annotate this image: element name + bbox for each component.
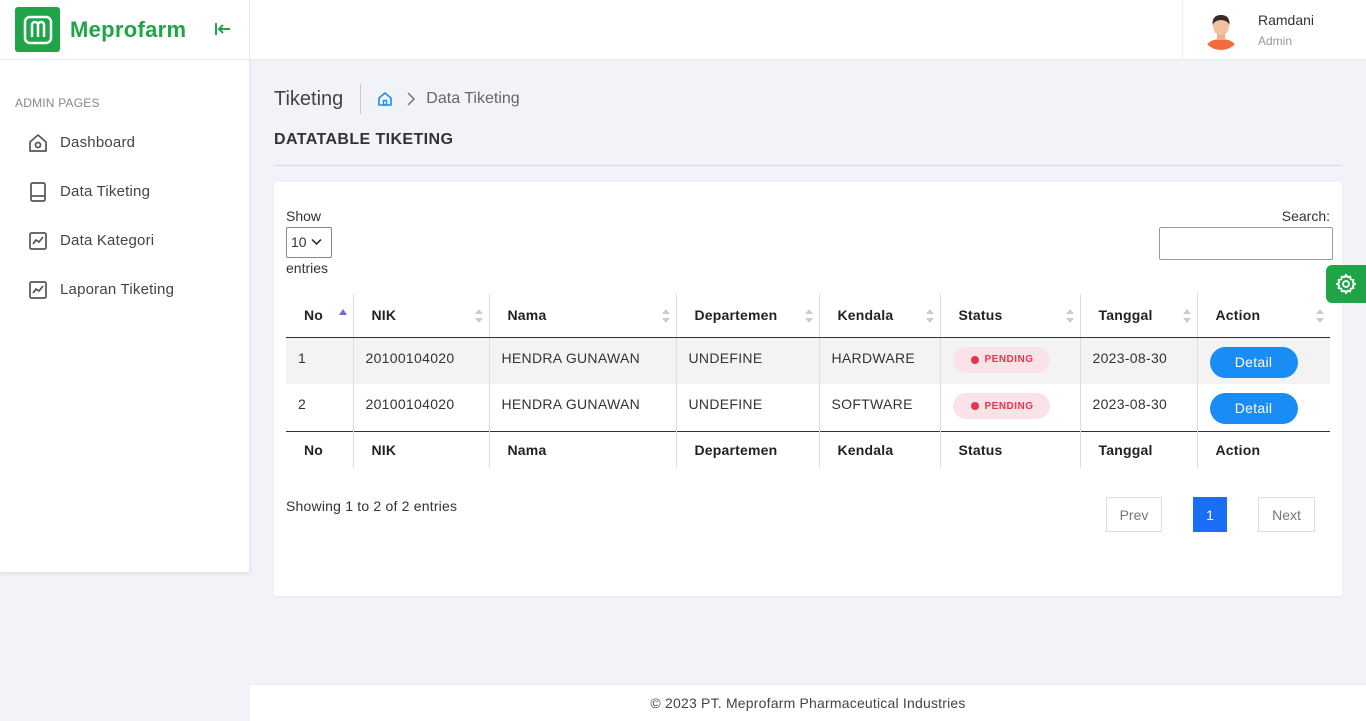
pagination-prev-button[interactable]: Prev	[1106, 497, 1162, 532]
sidebar-item-data-kategori[interactable]: Data Kategori	[0, 216, 249, 265]
status-badge: PENDING	[952, 346, 1050, 373]
footer-column-kendala: Kendala	[819, 430, 941, 468]
status-badge: PENDING	[952, 393, 1050, 419]
datatable-card: Show 10 entries Search: No NIK Nama Depa…	[274, 182, 1342, 596]
collapse-sidebar-icon[interactable]	[213, 19, 233, 39]
sort-icon	[1065, 309, 1074, 323]
column-header-status[interactable]: Status	[940, 294, 1081, 338]
page-footer: © 2023 PT. Meprofarm Pharmaceutical Indu…	[250, 684, 1366, 721]
sort-icon	[925, 309, 934, 323]
pagination-next-button[interactable]: Next	[1258, 497, 1315, 532]
cell-status: PENDING	[940, 337, 1081, 384]
footer-column-action: Action	[1197, 430, 1330, 468]
menu-caption: ADMIN PAGES	[15, 96, 100, 110]
sort-icon	[1316, 309, 1324, 323]
footer-column-status: Status	[940, 430, 1081, 468]
user-name: Ramdani	[1258, 12, 1315, 28]
column-header-nama[interactable]: Nama	[489, 294, 677, 338]
search-input[interactable]	[1159, 227, 1333, 260]
table-row: 2 20100104020 HENDRA GUNAWAN UNDEFINE SO…	[286, 384, 1330, 431]
chart-line-icon	[27, 279, 49, 301]
cell-no: 1	[286, 337, 354, 384]
book-icon	[27, 181, 49, 203]
footer-column-nama: Nama	[489, 430, 677, 468]
page-head: Tiketing Data Tiketing	[274, 83, 520, 115]
sidebar: Meprofarm ADMIN PAGES Dashboard Data Tik…	[0, 0, 250, 572]
cell-nama: HENDRA GUNAWAN	[489, 337, 677, 384]
brand-name[interactable]: Meprofarm	[70, 17, 186, 43]
sidebar-item-dashboard[interactable]: Dashboard	[0, 118, 249, 167]
cell-departemen: UNDEFINE	[676, 384, 820, 431]
avatar	[1201, 10, 1241, 50]
status-dot-icon	[970, 355, 979, 364]
footer-column-nik: NIK	[353, 430, 490, 468]
sort-icon	[661, 309, 670, 323]
status-dot-icon	[970, 402, 979, 410]
cell-nik: 20100104020	[353, 384, 490, 431]
detail-button[interactable]: Detail	[1209, 346, 1298, 378]
cell-action: Detail	[1197, 337, 1330, 384]
footer-column-no: No	[286, 430, 354, 468]
page-size-value: 10	[291, 234, 307, 250]
footer-column-departemen: Departemen	[676, 430, 820, 468]
section-title: DATATABLE TIKETING	[274, 131, 454, 148]
column-header-kendala[interactable]: Kendala	[819, 294, 941, 338]
cell-nama: HENDRA GUNAWAN	[489, 384, 677, 431]
user-menu[interactable]: Ramdani Admin	[1182, 0, 1366, 60]
table-footer-row: No NIK Nama Departemen Kendala Status Ta…	[286, 430, 1330, 468]
breadcrumb-home-icon[interactable]	[376, 90, 394, 108]
footer-column-tanggal: Tanggal	[1080, 430, 1198, 468]
breadcrumb-chevron-right-icon	[403, 91, 419, 107]
cell-status: PENDING	[940, 384, 1081, 431]
detail-button[interactable]: Detail	[1209, 393, 1298, 424]
cell-tanggal: 2023-08-30	[1080, 384, 1198, 431]
gear-icon	[1335, 273, 1357, 295]
cell-tanggal: 2023-08-30	[1080, 337, 1198, 384]
sidebar-item-laporan-tiketing[interactable]: Laporan Tiketing	[0, 265, 249, 314]
sidebar-item-label: Data Kategori	[60, 232, 155, 249]
chart-line-icon	[27, 230, 49, 252]
column-header-departemen[interactable]: Departemen	[676, 294, 820, 338]
cell-kendala: SOFTWARE	[819, 384, 941, 431]
brand: Meprofarm	[0, 0, 249, 60]
sidebar-menu: Dashboard Data Tiketing Data Kategori La…	[0, 118, 249, 314]
entries-label: entries	[286, 260, 329, 276]
section-divider	[274, 165, 1342, 166]
cell-nik: 20100104020	[353, 337, 490, 384]
table-info: Showing 1 to 2 of 2 entries	[286, 498, 458, 514]
tiketing-table: No NIK Nama Departemen Kendala Status Ta…	[286, 294, 1330, 468]
cell-departemen: UNDEFINE	[676, 337, 820, 384]
cell-no: 2	[286, 384, 354, 431]
column-header-no[interactable]: No	[286, 294, 354, 338]
chevron-down-icon	[311, 238, 322, 246]
table-row: 1 20100104020 HENDRA GUNAWAN UNDEFINE HA…	[286, 337, 1330, 384]
column-header-action[interactable]: Action	[1197, 294, 1330, 338]
sidebar-item-label: Dashboard	[60, 134, 136, 151]
page-size-select[interactable]: 10	[286, 227, 332, 258]
column-header-tanggal[interactable]: Tanggal	[1080, 294, 1198, 338]
sort-asc-icon	[338, 309, 347, 315]
title-divider	[360, 84, 362, 114]
home-icon	[27, 132, 49, 154]
cell-action: Detail	[1197, 384, 1330, 431]
table-header-row: No NIK Nama Departemen Kendala Status Ta…	[286, 294, 1330, 338]
top-header: Ramdani Admin	[250, 0, 1366, 60]
search-label: Search:	[1281, 208, 1330, 224]
brand-logo-icon[interactable]	[15, 7, 60, 52]
show-label: Show	[286, 208, 322, 224]
page-title: Tiketing	[274, 87, 344, 110]
pagination-page-button[interactable]: 1	[1193, 497, 1227, 532]
sort-icon	[474, 309, 483, 323]
footer-copyright: © 2023 PT. Meprofarm Pharmaceutical Indu…	[650, 695, 966, 711]
sort-icon	[1182, 309, 1191, 323]
settings-button[interactable]	[1326, 265, 1366, 303]
sidebar-item-data-tiketing[interactable]: Data Tiketing	[0, 167, 249, 216]
column-header-nik[interactable]: NIK	[353, 294, 490, 338]
user-role: Admin	[1258, 34, 1293, 48]
cell-kendala: HARDWARE	[819, 337, 941, 384]
sidebar-item-label: Laporan Tiketing	[60, 281, 175, 298]
breadcrumb-current: Data Tiketing	[426, 90, 520, 107]
sort-icon	[804, 309, 813, 323]
sidebar-item-label: Data Tiketing	[60, 183, 151, 200]
